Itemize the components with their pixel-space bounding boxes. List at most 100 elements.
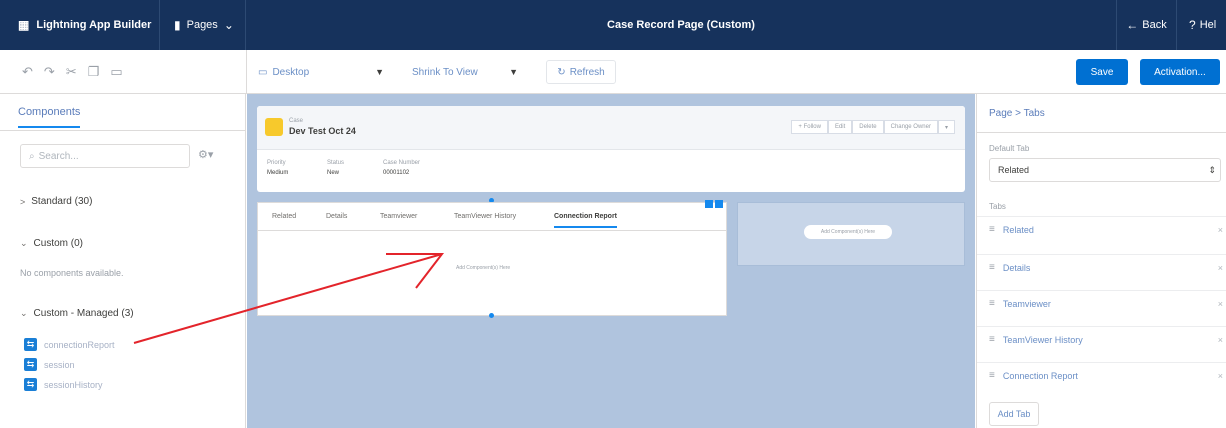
component-item[interactable]: ⇆ connectionReport: [24, 338, 115, 351]
tab-list-item[interactable]: ≡ Details ×: [977, 254, 1226, 280]
chevron-down-icon: ⌄: [20, 308, 28, 318]
select-arrows-icon: ⇕: [1208, 164, 1216, 175]
component-item[interactable]: ⇆ sessionHistory: [24, 378, 103, 391]
object-label: Case: [289, 118, 304, 124]
remove-icon[interactable]: ×: [1218, 371, 1223, 381]
paste-icon[interactable]: ▭: [110, 64, 122, 80]
delete-button[interactable]: Delete: [852, 120, 884, 134]
refresh-label: Refresh: [569, 66, 605, 78]
sidebar-region[interactable]: Add Component(s) Here: [737, 202, 965, 266]
tab-list-item[interactable]: ≡ TeamViewer History ×: [977, 326, 1226, 352]
component-controls: [705, 200, 723, 208]
section-standard[interactable]: > Standard (30): [20, 196, 92, 207]
more-actions-icon[interactable]: ▾: [937, 120, 955, 134]
redo-icon[interactable]: ↷: [44, 64, 55, 80]
tab-teamviewer[interactable]: Teamviewer: [380, 213, 417, 220]
section-custom[interactable]: ⌄ Custom (0): [20, 238, 83, 249]
tab-related[interactable]: Related: [272, 213, 296, 220]
app-title: Lightning App Builder: [36, 19, 152, 31]
builder-toolbar: ↶ ↷ ✂ ❐ ▭ ▭ Desktop ▼ Shrink To View ▼ ↻…: [0, 50, 1226, 94]
section-standard-label: Standard (30): [31, 196, 93, 207]
pages-label: Pages: [186, 19, 218, 31]
copy-icon[interactable]: ❐: [88, 64, 100, 80]
resize-handle[interactable]: [489, 313, 494, 318]
teamviewer-icon: ⇆: [24, 358, 37, 371]
record-field: Case Number 00001102: [383, 158, 420, 178]
section-custom-managed[interactable]: ⌄ Custom - Managed (3): [20, 308, 134, 319]
refresh-button[interactable]: ↻ Refresh: [546, 60, 616, 84]
field-label: Status: [327, 160, 345, 166]
add-tab-button[interactable]: Add Tab: [989, 402, 1039, 426]
tab-teamviewer-history[interactable]: TeamViewer History: [454, 213, 516, 220]
properties-panel: Page > Tabs Default Tab Related ⇕ Tabs ≡…: [976, 94, 1226, 428]
record-name: Dev Test Oct 24: [289, 126, 356, 136]
breadcrumb[interactable]: Page > Tabs: [989, 108, 1045, 119]
tab-bar: Related Details Teamviewer TeamViewer Hi…: [258, 203, 726, 231]
component-label: sessionHistory: [44, 379, 103, 390]
activation-button[interactable]: Activation...: [1140, 59, 1220, 85]
divider: [977, 132, 1226, 133]
follow-button[interactable]: + Follow: [791, 120, 828, 134]
back-arrow-icon: ←: [1126, 18, 1139, 32]
change-owner-button[interactable]: Change Owner: [883, 120, 938, 134]
device-value: Desktop: [272, 66, 310, 78]
gear-icon[interactable]: ⚙▾: [198, 148, 213, 161]
drag-handle-icon[interactable]: ≡: [989, 298, 995, 309]
help-button[interactable]: ? Hel: [1176, 0, 1226, 50]
chevron-down-icon: ⌄: [223, 18, 234, 32]
tab-list-label: Details: [1002, 262, 1031, 273]
tab-list-item[interactable]: ≡ Related ×: [977, 216, 1226, 242]
record-actions: + Follow Edit Delete Change Owner ▾: [791, 120, 955, 134]
drag-handle-icon[interactable]: ≡: [989, 334, 995, 345]
caret-down-icon: ▼: [375, 67, 384, 77]
caret-down-icon: ▼: [509, 67, 518, 77]
default-tab-select[interactable]: Related ⇕: [989, 158, 1221, 182]
field-value: New: [327, 170, 340, 176]
remove-icon[interactable]: ×: [1218, 225, 1223, 235]
undo-icon[interactable]: ↶: [22, 64, 33, 80]
components-tab[interactable]: Components: [18, 106, 81, 128]
pages-menu[interactable]: ▮ Pages ⌄: [160, 0, 246, 50]
tab-list-label: Connection Report: [1002, 370, 1078, 381]
record-highlights[interactable]: Case Dev Test Oct 24 + Follow Edit Delet…: [257, 106, 965, 192]
drag-handle-icon[interactable]: ≡: [989, 262, 995, 273]
view-select[interactable]: Shrink To View ▼: [412, 60, 518, 84]
tab-details[interactable]: Details: [326, 213, 347, 220]
tab-list-label: Teamviewer: [1002, 298, 1051, 309]
edit-button[interactable]: Edit: [827, 120, 853, 134]
add-component-placeholder: Add Component(s) Here: [456, 265, 511, 271]
save-button[interactable]: Save: [1076, 59, 1128, 85]
drag-handle-icon[interactable]: ≡: [989, 370, 995, 381]
search-input[interactable]: ⌕ Search...: [20, 144, 190, 168]
default-tab-value: Related: [998, 165, 1030, 175]
teamviewer-icon: ⇆: [24, 338, 37, 351]
section-custom-label: Custom (0): [33, 238, 83, 249]
help-label: Hel: [1199, 19, 1217, 31]
cut-icon[interactable]: ✂: [66, 64, 77, 80]
component-label: connectionReport: [44, 339, 115, 350]
field-label: Priority: [267, 160, 286, 166]
move-icon[interactable]: [705, 200, 713, 208]
page-icon: ▮: [174, 18, 181, 32]
tabs-component[interactable]: Related Details Teamviewer TeamViewer Hi…: [257, 202, 727, 316]
component-item[interactable]: ⇆ session: [24, 358, 75, 371]
field-label: Case Number: [383, 160, 421, 166]
tab-list-label: Related: [1002, 224, 1034, 235]
field-value: Medium: [267, 170, 289, 176]
device-select[interactable]: ▭ Desktop ▼: [258, 60, 384, 84]
remove-icon[interactable]: ×: [1218, 263, 1223, 273]
tab-list-item[interactable]: ≡ Connection Report ×: [977, 362, 1226, 388]
tab-connection-report[interactable]: Connection Report: [554, 213, 617, 228]
back-button[interactable]: ← Back: [1116, 0, 1176, 50]
page-title: Case Record Page (Custom): [607, 19, 755, 31]
remove-icon[interactable]: ×: [1218, 299, 1223, 309]
component-label: session: [44, 359, 75, 370]
drag-handle-icon[interactable]: ≡: [989, 224, 995, 235]
record-field: Priority Medium: [267, 158, 288, 178]
remove-icon[interactable]: ×: [1218, 335, 1223, 345]
delete-icon[interactable]: [715, 200, 723, 208]
tab-list-item[interactable]: ≡ Teamviewer ×: [977, 290, 1226, 316]
app-title-area: ▦ Lightning App Builder: [0, 0, 160, 50]
divider: [0, 130, 246, 131]
components-panel: Components ⌕ Search... ⚙▾ > Standard (30…: [0, 94, 246, 428]
